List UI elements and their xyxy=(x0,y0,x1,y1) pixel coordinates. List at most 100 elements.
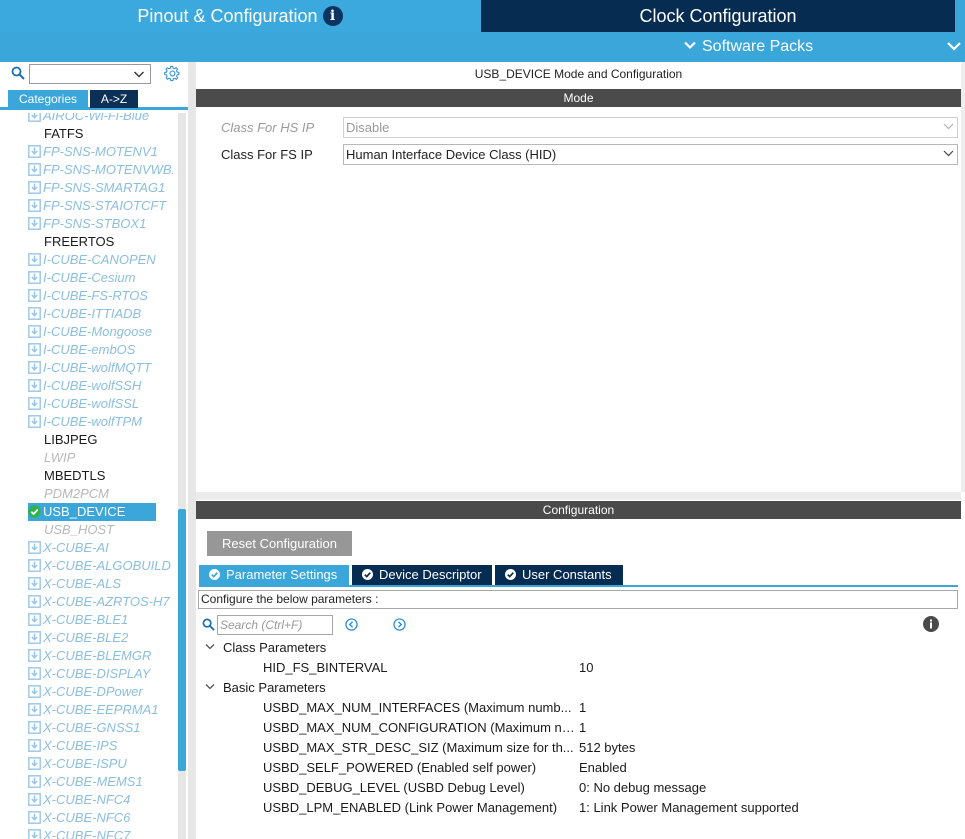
sidebar-item[interactable]: I-CUBE-embOS xyxy=(28,341,173,359)
sidebar-item[interactable]: X-CUBE-BLE2 xyxy=(28,629,173,647)
info-icon[interactable] xyxy=(923,616,939,632)
sidebar-item[interactable]: X-CUBE-NFC4 xyxy=(28,791,173,809)
software-packs-menu[interactable]: Software Packs xyxy=(684,36,813,58)
sidebar-item[interactable]: I-CUBE-wolfSSL xyxy=(28,395,173,413)
sidebar-item[interactable]: LIBJPEG xyxy=(28,431,173,449)
sidebar-item[interactable]: FATFS xyxy=(28,125,173,143)
tab-device-descriptor[interactable]: Device Descriptor xyxy=(352,565,492,585)
sidebar-item[interactable]: X-CUBE-MEMS1 xyxy=(28,773,173,791)
parameter-value[interactable]: 1: Link Power Management supported xyxy=(579,798,799,818)
sidebar-splitter[interactable] xyxy=(188,62,196,839)
parameter-search-input[interactable]: Search (Ctrl+F) xyxy=(217,615,333,635)
download-icon xyxy=(28,343,41,356)
parameter-row[interactable]: HID_FS_BINTERVAL 10 xyxy=(263,658,593,678)
check-circle-icon xyxy=(28,505,41,518)
sidebar-item[interactable]: USB_DEVICE xyxy=(28,503,156,521)
panel-splitter[interactable] xyxy=(196,492,961,500)
mode-panel-scrollbar[interactable] xyxy=(961,62,965,492)
hs-class-select[interactable]: Disable xyxy=(343,117,958,138)
sidebar-item[interactable]: LWIP xyxy=(28,449,173,467)
tab-user-constants[interactable]: User Constants xyxy=(495,565,623,585)
gear-icon[interactable] xyxy=(164,65,181,82)
sidebar-item[interactable]: USB_HOST xyxy=(28,521,173,539)
sidebar-item-label: X-CUBE-DPower xyxy=(43,684,143,699)
sidebar-item[interactable]: I-CUBE-Cesium xyxy=(28,269,173,287)
sidebar-item-label: X-CUBE-MEMS1 xyxy=(43,774,143,789)
sidebar-item[interactable]: X-CUBE-BLEMGR xyxy=(28,647,173,665)
sidebar-item[interactable]: I-CUBE-wolfTPM xyxy=(28,413,173,431)
sidebar-item[interactable]: X-CUBE-BLE1 xyxy=(28,611,173,629)
sidebar-item[interactable]: X-CUBE-DISPLAY xyxy=(28,665,173,683)
parameter-group[interactable]: Class Parameters xyxy=(204,638,326,658)
parameter-row[interactable]: USBD_LPM_ENABLED (Link Power Management)… xyxy=(263,798,799,818)
next-match-icon[interactable] xyxy=(393,618,406,631)
sidebar-item[interactable]: X-CUBE-NFC6 xyxy=(28,809,173,827)
tab-clock-configuration[interactable]: Clock Configuration xyxy=(481,0,955,32)
parameter-row[interactable]: USBD_MAX_NUM_INTERFACES (Maximum numb...… xyxy=(263,698,586,718)
sidebar-item[interactable]: I-CUBE-FS-RTOS xyxy=(28,287,173,305)
sidebar-scroll-thumb[interactable] xyxy=(178,509,186,771)
sidebar-item[interactable]: X-CUBE-EEPRMA1 xyxy=(28,701,173,719)
sidebar-item[interactable]: FP-SNS-STAIOTCFT xyxy=(28,197,173,215)
sidebar-item-label: X-CUBE-NFC7 xyxy=(43,828,131,839)
sidebar-item[interactable]: I-CUBE-CANOPEN xyxy=(28,251,173,269)
tab-a-z[interactable]: A->Z xyxy=(90,90,138,108)
parameter-value[interactable]: 10 xyxy=(579,658,593,678)
sidebar-item[interactable]: I-CUBE-Mongoose xyxy=(28,323,173,341)
sidebar-item[interactable]: X-CUBE-AZRTOS-H7 xyxy=(28,593,173,611)
chevron-down-icon[interactable] xyxy=(204,683,216,691)
sidebar-item[interactable]: X-CUBE-ISPU xyxy=(28,755,173,773)
sidebar-item[interactable]: X-CUBE-GNSS1 xyxy=(28,719,173,737)
sidebar-item[interactable]: PDM2PCM xyxy=(28,485,173,503)
sidebar-item[interactable]: FP-SNS-MOTENV1 xyxy=(28,143,173,161)
parameter-value[interactable]: 1 xyxy=(579,718,586,738)
parameter-name: USBD_DEBUG_LEVEL (USBD Debug Level) xyxy=(263,780,525,795)
info-icon[interactable]: i xyxy=(322,6,343,26)
tab-parameter-settings[interactable]: Parameter Settings xyxy=(199,565,349,585)
parameter-value[interactable]: Enabled xyxy=(579,758,627,778)
download-icon xyxy=(28,397,41,410)
parameter-value[interactable]: 1 xyxy=(579,698,586,718)
parameter-row[interactable]: USBD_MAX_STR_DESC_SIZ (Maximum size for … xyxy=(263,738,635,758)
chevron-down-icon[interactable] xyxy=(133,68,145,80)
sidebar-item[interactable]: X-CUBE-NFC7 xyxy=(28,827,173,839)
parameter-row[interactable]: USBD_MAX_NUM_CONFIGURATION (Maximum nu..… xyxy=(263,718,586,738)
sidebar-item[interactable]: MBEDTLS xyxy=(28,467,173,485)
parameter-row[interactable]: USBD_DEBUG_LEVEL (USBD Debug Level) 0: No… xyxy=(263,778,706,798)
configuration-header: Configuration xyxy=(196,501,961,519)
collapse-chevron-icon[interactable] xyxy=(947,36,961,58)
sidebar-item[interactable]: I-CUBE-ITTIADB xyxy=(28,305,173,323)
sidebar-item-label: X-CUBE-NFC6 xyxy=(43,810,131,825)
reset-configuration-button[interactable]: Reset Configuration xyxy=(207,531,352,556)
sidebar-item[interactable]: X-CUBE-AI xyxy=(28,539,173,557)
sidebar-search-input[interactable] xyxy=(29,64,151,84)
parameter-row[interactable]: USBD_SELF_POWERED (Enabled self power) En… xyxy=(263,758,627,778)
sidebar-item[interactable]: FREERTOS xyxy=(28,233,173,251)
chevron-down-icon[interactable] xyxy=(204,643,216,651)
sidebar-search-row xyxy=(0,62,188,88)
tab-pinout-configuration[interactable]: Pinout & Configuration i xyxy=(0,0,480,32)
sidebar-item[interactable]: I-CUBE-wolfMQTT xyxy=(28,359,173,377)
sidebar-scrollbar[interactable] xyxy=(178,113,186,839)
sidebar-item[interactable]: FP-SNS-SMARTAG1 xyxy=(28,179,173,197)
parameter-group-label: Class Parameters xyxy=(223,640,327,655)
sidebar-item[interactable]: FP-SNS-STBOX1 xyxy=(28,215,173,233)
fs-class-select[interactable]: Human Interface Device Class (HID) xyxy=(343,144,958,165)
download-icon xyxy=(28,145,41,158)
sidebar-item[interactable]: X-CUBE-ALGOBUILD xyxy=(28,557,173,575)
parameter-value[interactable]: 512 bytes xyxy=(579,738,635,758)
sidebar-item[interactable]: FP-SNS-MOTENVWB1 xyxy=(28,161,173,179)
sidebar-item[interactable]: I-CUBE-wolfSSH xyxy=(28,377,173,395)
tab-categories[interactable]: Categories xyxy=(8,90,88,108)
download-icon xyxy=(28,775,41,788)
parameter-value[interactable]: 0: No debug message xyxy=(579,778,706,798)
sidebar-item-label: AIROC-Wi-Fi-Blue xyxy=(43,113,150,123)
sidebar-item[interactable]: X-CUBE-IPS xyxy=(28,737,173,755)
software-packs-label: Software Packs xyxy=(702,38,814,55)
fs-class-label: Class For FS IP xyxy=(221,147,313,162)
previous-match-icon[interactable] xyxy=(345,618,358,631)
sidebar-item[interactable]: X-CUBE-DPower xyxy=(28,683,173,701)
sidebar-item[interactable]: AIROC-Wi-Fi-Blue xyxy=(28,113,173,125)
parameter-group[interactable]: Basic Parameters xyxy=(204,678,326,698)
sidebar-item[interactable]: X-CUBE-ALS xyxy=(28,575,173,593)
